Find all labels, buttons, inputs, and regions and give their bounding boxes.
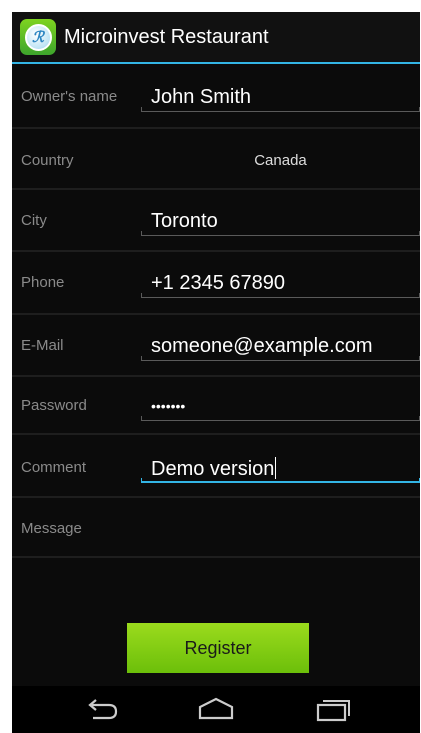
recent-apps-icon[interactable] (313, 694, 353, 724)
city-field[interactable]: Toronto (141, 200, 420, 244)
country-label: Country (21, 152, 74, 169)
password-row: Password ••••••• (12, 377, 420, 435)
phone-screen: ℛ Microinvest Restaurant Owner's name Jo… (12, 12, 420, 733)
message-label: Message (21, 520, 82, 537)
phone-row: Phone +1 2345 67890 (12, 252, 420, 315)
register-button[interactable]: Register (127, 623, 309, 673)
comment-value-wrap: Demo version (151, 457, 277, 481)
phone-value: +1 2345 67890 (151, 272, 286, 294)
owner-name-value: John Smith (151, 86, 252, 108)
country-row: Country Canada (12, 129, 420, 190)
message-row[interactable]: Message (12, 498, 420, 558)
email-field[interactable]: someone@example.com (141, 325, 420, 369)
owner-name-field[interactable]: John Smith (141, 76, 420, 120)
comment-value: Demo version (151, 458, 275, 480)
back-icon[interactable] (82, 694, 122, 724)
email-value: someone@example.com (151, 335, 373, 357)
password-value: ••••••• (151, 398, 186, 414)
country-spinner[interactable]: Canada (141, 152, 420, 169)
email-row: E-Mail someone@example.com (12, 315, 420, 377)
city-row: City Toronto (12, 190, 420, 252)
app-title: Microinvest Restaurant (64, 25, 269, 48)
home-icon[interactable] (196, 694, 236, 724)
city-value: Toronto (151, 210, 218, 232)
comment-row: Comment Demo version (12, 435, 420, 498)
restaurant-logo-icon[interactable]: ℛ (20, 19, 56, 55)
comment-label: Comment (21, 459, 87, 476)
text-cursor (275, 457, 277, 479)
action-bar: ℛ Microinvest Restaurant (12, 12, 420, 64)
city-label: City (21, 212, 47, 229)
password-field[interactable]: ••••••• (141, 385, 420, 429)
owner-name-row: Owner's name John Smith (12, 66, 420, 129)
comment-field[interactable]: Demo version (141, 447, 420, 491)
navigation-bar (12, 686, 420, 733)
email-label: E-Mail (21, 337, 64, 354)
phone-field[interactable]: +1 2345 67890 (141, 262, 420, 306)
password-label: Password (21, 397, 87, 414)
owner-name-label: Owner's name (21, 88, 118, 105)
phone-label: Phone (21, 274, 65, 291)
